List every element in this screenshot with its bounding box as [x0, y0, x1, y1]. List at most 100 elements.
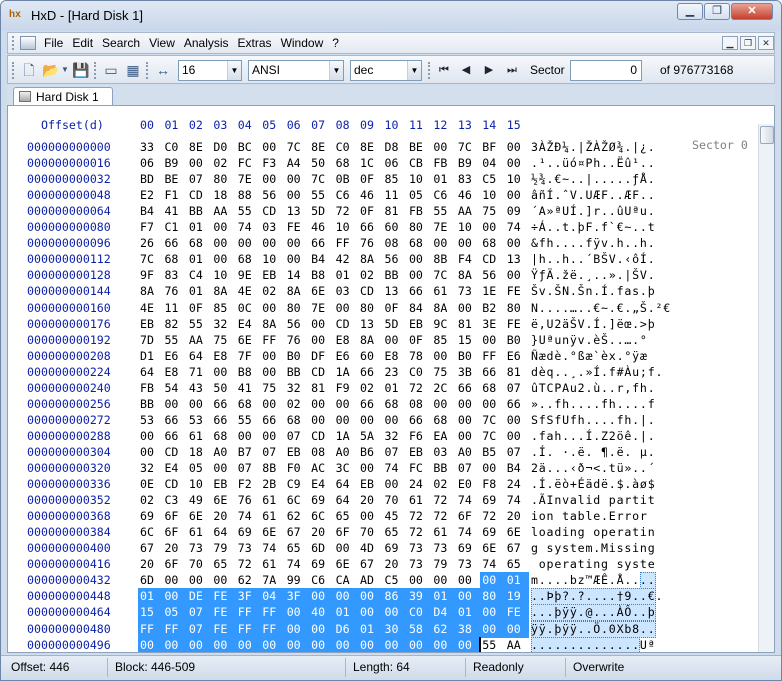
hex-byte[interactable]: 79: [213, 541, 237, 557]
hex-byte[interactable]: 61: [409, 493, 433, 509]
hex-byte[interactable]: 56: [482, 268, 506, 284]
hex-byte[interactable]: 69: [482, 525, 506, 541]
hex-byte[interactable]: 7E: [311, 301, 335, 317]
hex-byte[interactable]: 68: [409, 236, 433, 252]
hex-byte[interactable]: C3: [164, 493, 188, 509]
row-text[interactable]: ..............Uª: [531, 638, 655, 652]
hex-byte[interactable]: 66: [164, 413, 188, 429]
hex-byte[interactable]: 6C: [140, 525, 164, 541]
hex-byte[interactable]: 67: [507, 541, 531, 557]
hex-byte[interactable]: E8: [164, 365, 188, 381]
hex-byte[interactable]: 01: [385, 381, 409, 397]
hex-byte[interactable]: 02: [287, 397, 311, 413]
hex-byte[interactable]: 00: [360, 638, 384, 652]
hex-byte[interactable]: 10: [482, 188, 506, 204]
hex-byte[interactable]: BB: [433, 461, 457, 477]
hex-byte[interactable]: FF: [140, 622, 164, 638]
last-sector-icon[interactable]: ⏭: [504, 62, 520, 78]
hex-byte[interactable]: 20: [164, 541, 188, 557]
hex-byte[interactable]: FB: [409, 204, 433, 220]
hex-byte[interactable]: FF: [262, 622, 286, 638]
hex-byte[interactable]: 32: [140, 461, 164, 477]
hex-byte[interactable]: 0C: [238, 301, 262, 317]
hex-byte[interactable]: 6E: [482, 541, 506, 557]
hex-byte[interactable]: 2B: [262, 477, 286, 493]
hex-byte[interactable]: D4: [433, 605, 457, 621]
hex-byte[interactable]: CD: [482, 252, 506, 268]
hex-byte[interactable]: B4: [140, 204, 164, 220]
hex-byte[interactable]: 55: [238, 204, 262, 220]
hex-byte[interactable]: D6: [336, 622, 360, 638]
hex-byte[interactable]: 3F: [238, 589, 262, 605]
hex-byte[interactable]: 00: [458, 413, 482, 429]
hex-byte[interactable]: 68: [385, 397, 409, 413]
hex-byte[interactable]: 55: [189, 317, 213, 333]
hex-byte[interactable]: 33: [140, 140, 164, 156]
hex-byte[interactable]: 01: [336, 268, 360, 284]
hex-byte[interactable]: 66: [458, 381, 482, 397]
hex-byte[interactable]: 55: [433, 204, 457, 220]
hex-byte[interactable]: 6F: [336, 525, 360, 541]
hex-byte[interactable]: CB: [409, 156, 433, 172]
hex-byte[interactable]: 3C: [336, 461, 360, 477]
hex-byte[interactable]: 00: [482, 333, 506, 349]
hex-byte[interactable]: 72: [336, 204, 360, 220]
hex-byte[interactable]: C9: [287, 477, 311, 493]
hex-byte[interactable]: 79: [433, 557, 457, 573]
hex-byte[interactable]: C5: [385, 573, 409, 589]
row-text[interactable]: ŸƒÄ.žë.¸..».|ŠV.: [531, 268, 655, 282]
hex-byte[interactable]: 03: [336, 284, 360, 300]
hex-byte[interactable]: 76: [360, 236, 384, 252]
hex-byte[interactable]: 3F: [287, 589, 311, 605]
hex-byte[interactable]: BB: [189, 204, 213, 220]
hex-byte[interactable]: C0: [409, 605, 433, 621]
hex-byte[interactable]: 00: [507, 156, 531, 172]
hex-byte[interactable]: 00: [507, 268, 531, 284]
hex-byte[interactable]: 68: [482, 236, 506, 252]
hex-byte[interactable]: 3E: [482, 317, 506, 333]
hex-byte[interactable]: 8E: [360, 140, 384, 156]
scrollbar-thumb[interactable]: [760, 126, 774, 144]
hex-byte[interactable]: 62: [287, 509, 311, 525]
hex-byte[interactable]: 8A: [360, 333, 384, 349]
hex-byte[interactable]: 70: [189, 557, 213, 573]
hex-byte[interactable]: 00: [360, 605, 384, 621]
row-text[interactable]: m....bz™ÆÊ.Å....: [531, 573, 655, 587]
hex-byte[interactable]: 00: [507, 413, 531, 429]
hex-byte[interactable]: 66: [164, 236, 188, 252]
menu-item-help[interactable]: ?: [328, 36, 343, 51]
hex-byte[interactable]: 4D: [360, 541, 384, 557]
hex-byte[interactable]: CD: [311, 429, 335, 445]
hex-byte[interactable]: CD: [164, 477, 188, 493]
hex-byte[interactable]: EA: [433, 429, 457, 445]
row-text[interactable]: dèq..¸.»Í.f#Àu;f.: [531, 365, 663, 379]
hex-byte[interactable]: A4: [287, 156, 311, 172]
hex-byte[interactable]: 74: [458, 525, 482, 541]
hex-byte[interactable]: 74: [287, 557, 311, 573]
hex-byte[interactable]: 8B: [262, 461, 286, 477]
hex-byte[interactable]: 74: [262, 541, 286, 557]
hex-byte[interactable]: 04: [262, 589, 286, 605]
hex-byte[interactable]: CD: [189, 188, 213, 204]
hex-byte[interactable]: 00: [262, 140, 286, 156]
hex-byte[interactable]: 20: [213, 509, 237, 525]
hex-byte[interactable]: 1A: [336, 365, 360, 381]
minimize-button[interactable]: ▁: [677, 3, 703, 20]
hex-byte[interactable]: 00: [458, 397, 482, 413]
menu-grip[interactable]: [12, 36, 16, 50]
hex-byte[interactable]: 7E: [238, 172, 262, 188]
hex-byte[interactable]: 80: [507, 301, 531, 317]
hex-byte[interactable]: 00: [433, 349, 457, 365]
hex-byte[interactable]: B0: [507, 333, 531, 349]
hex-byte[interactable]: 0F: [385, 301, 409, 317]
hex-byte[interactable]: EB: [213, 477, 237, 493]
hex-byte[interactable]: 41: [164, 204, 188, 220]
hex-byte[interactable]: B5: [482, 445, 506, 461]
row-text[interactable]: loading operatin: [531, 525, 655, 539]
hex-byte[interactable]: 10: [507, 172, 531, 188]
hex-byte[interactable]: 46: [458, 188, 482, 204]
hex-byte[interactable]: 00: [385, 333, 409, 349]
hex-byte[interactable]: B2: [482, 301, 506, 317]
hex-byte[interactable]: EB: [409, 317, 433, 333]
hex-byte[interactable]: 00: [287, 252, 311, 268]
